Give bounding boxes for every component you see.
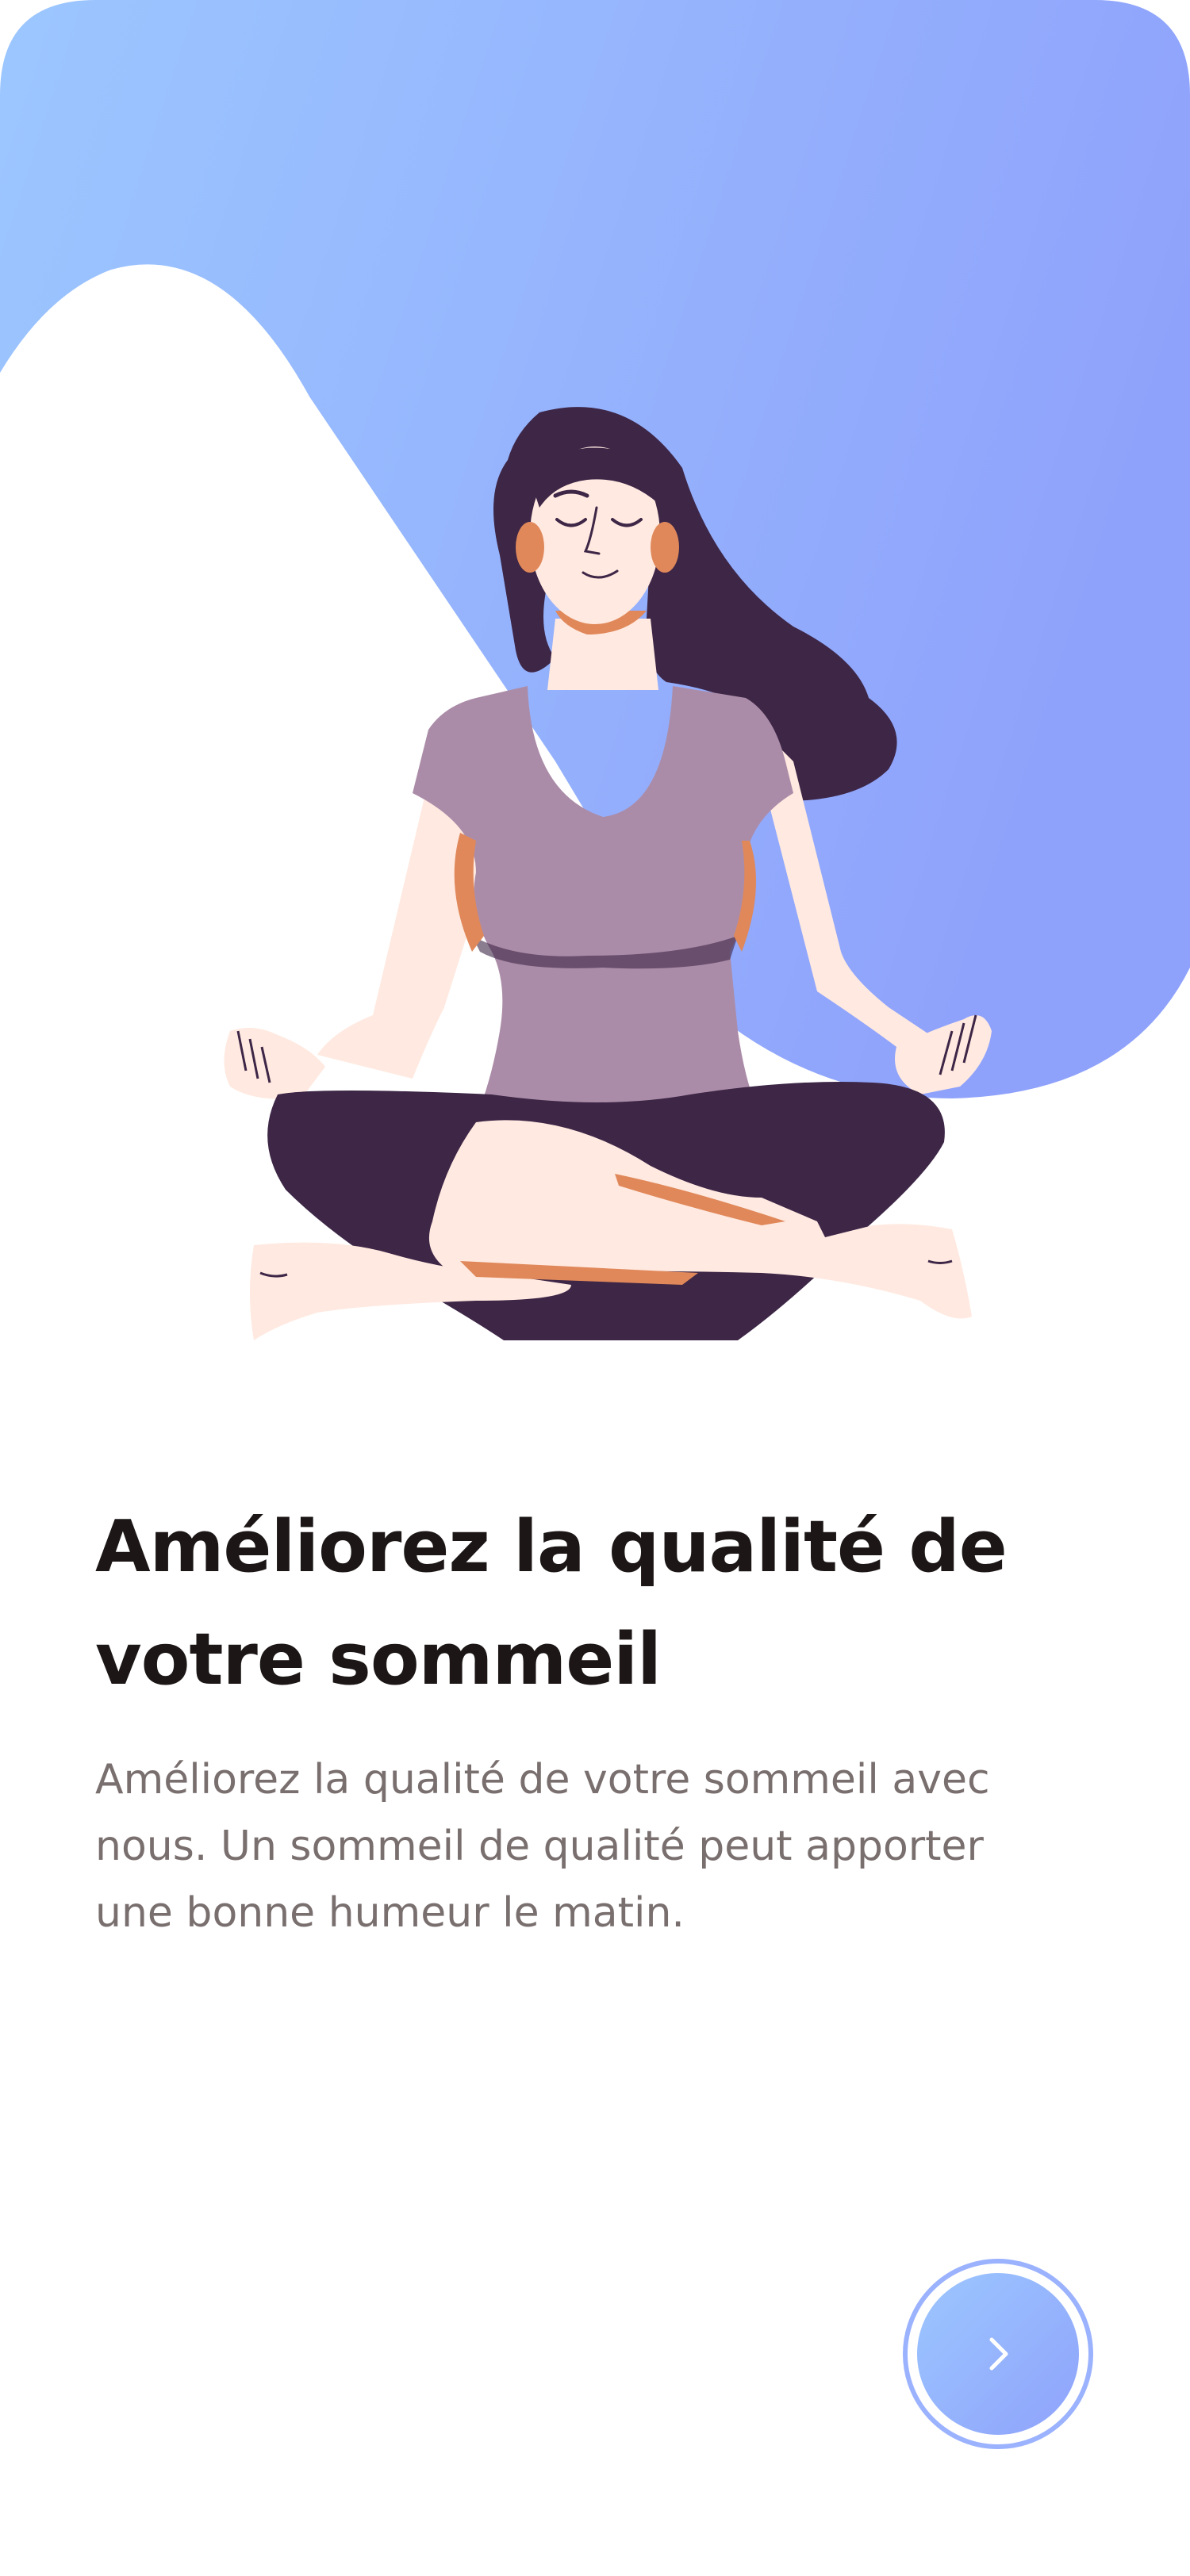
ear-left (516, 522, 544, 573)
ear-right (651, 522, 679, 573)
onboarding-content: Améliorez la qualité de votre sommeil Am… (95, 1491, 1087, 1946)
hero-illustration (0, 0, 1190, 1364)
next-button[interactable] (903, 2259, 1093, 2449)
page-description: Améliorez la qualité de votre sommeil av… (95, 1756, 990, 1937)
page-title: Améliorez la qualité de votre sommeil (95, 1505, 1008, 1701)
next-button-fill (917, 2273, 1079, 2435)
chevron-right-icon (989, 2337, 1008, 2371)
